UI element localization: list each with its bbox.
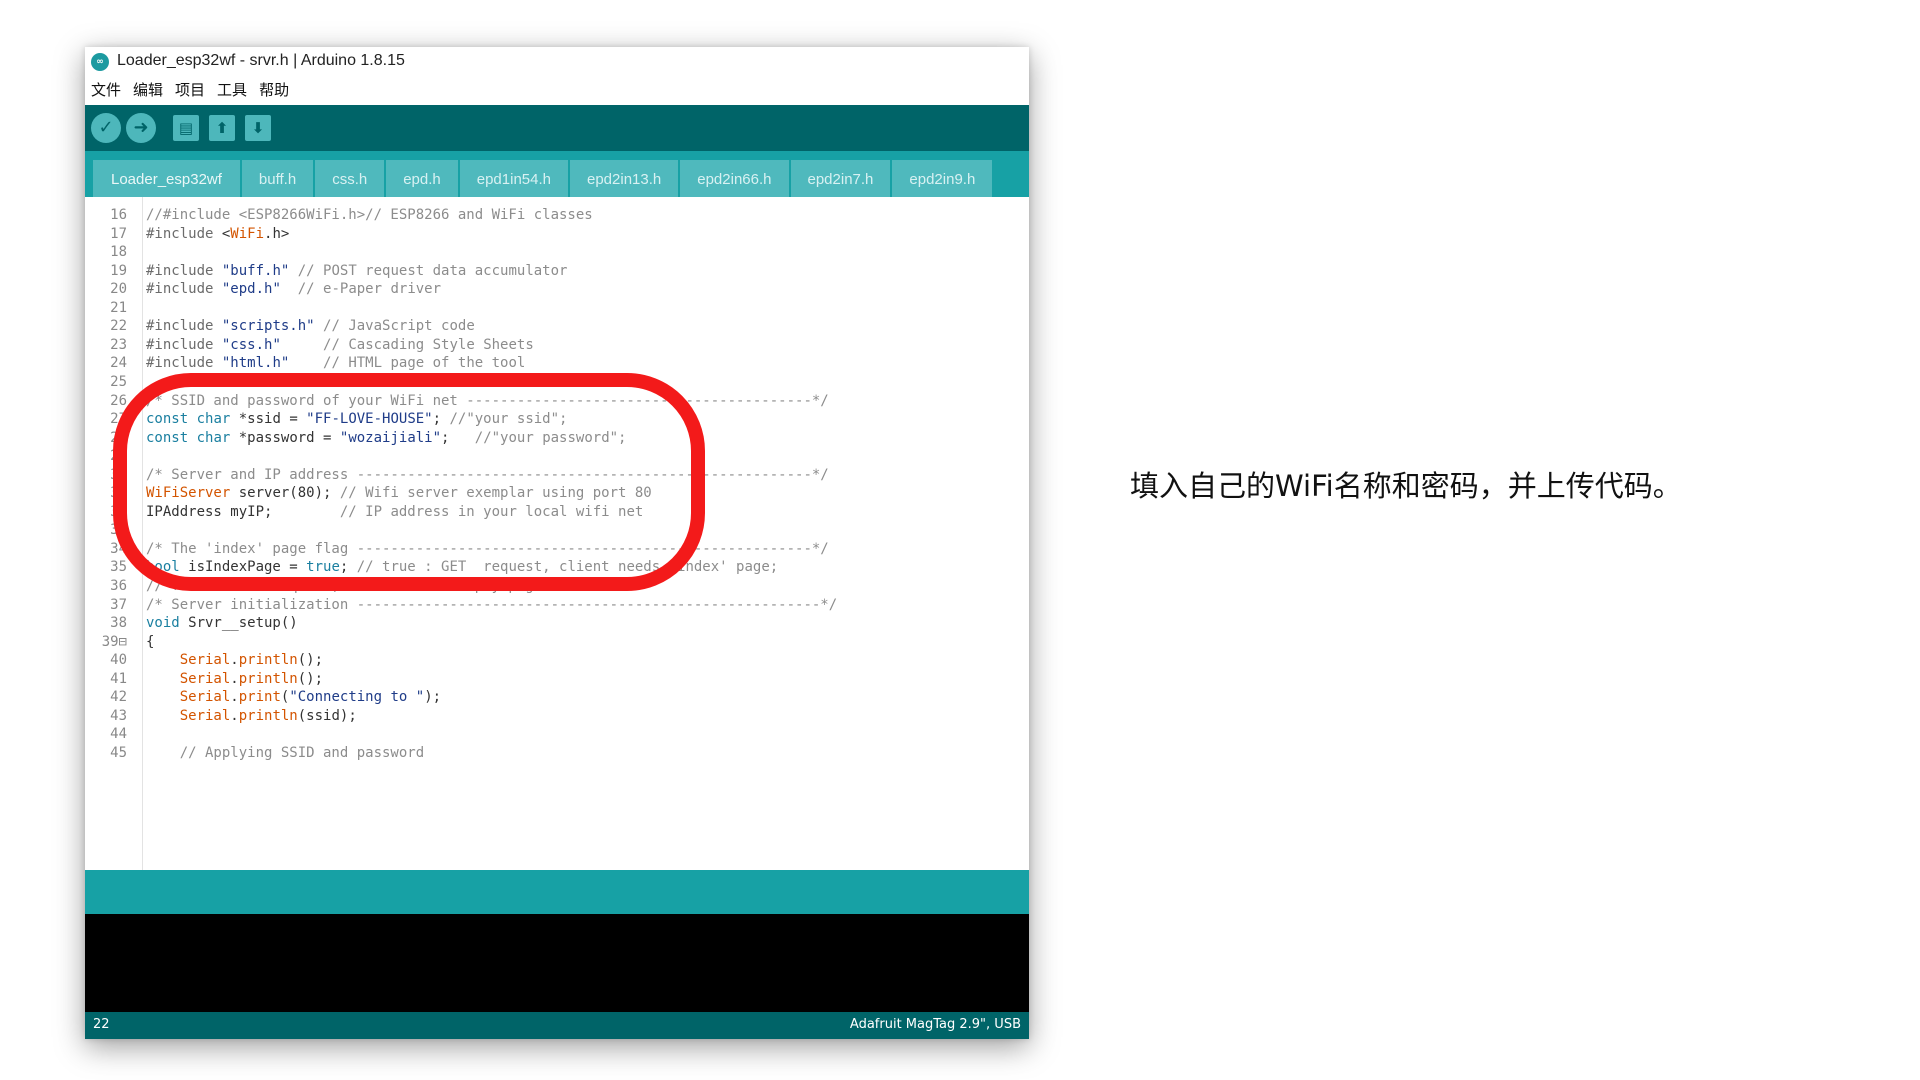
new-file-icon: ▤ — [178, 119, 194, 137]
code-text: // Applying SSID and password — [179, 744, 425, 761]
title-bar: ∞ Loader_esp32wf - srvr.h | Arduino 1.8.… — [85, 47, 1029, 77]
tab-epd1in54-h[interactable]: epd1in54.h — [459, 160, 568, 197]
output-console[interactable] — [85, 914, 1029, 1012]
tab-epd2in9-h[interactable]: epd2in9.h — [892, 160, 993, 197]
arrow-up-icon: ⬆ — [215, 119, 229, 137]
verify-button[interactable]: ✓ — [91, 113, 121, 143]
menu-sketch[interactable]: 项目 — [175, 77, 205, 103]
board-info: Adafruit MagTag 2.9", USB — [849, 1017, 1021, 1032]
red-highlight-circle — [113, 373, 705, 591]
menu-bar: 文件 编辑 项目 工具 帮助 — [85, 77, 1029, 103]
file-tabs: Loader_esp32wf buff.h css.h epd.h epd1in… — [93, 160, 994, 197]
tab-epd2in13-h[interactable]: epd2in13.h — [570, 160, 679, 197]
menu-file[interactable]: 文件 — [91, 77, 121, 103]
tab-buff-h[interactable]: buff.h — [241, 160, 314, 197]
check-icon: ✓ — [98, 117, 114, 138]
save-sketch-button[interactable]: ⬇ — [245, 115, 271, 141]
toolbar: ✓ ➜ ▤ ⬆ ⬇ — [85, 105, 1029, 151]
line-number: 45 — [110, 744, 127, 761]
tab-epd2in7-h[interactable]: epd2in7.h — [790, 160, 891, 197]
status-bar — [85, 870, 1029, 914]
tab-epd2in66-h[interactable]: epd2in66.h — [680, 160, 789, 197]
upload-button[interactable]: ➜ — [126, 113, 156, 143]
arrow-right-icon: ➜ — [133, 117, 149, 138]
bottom-bar: 22 Adafruit MagTag 2.9", USB — [85, 1012, 1029, 1039]
instruction-text: 填入自己的WiFi名称和密码，并上传代码。 — [1130, 469, 1682, 503]
new-sketch-button[interactable]: ▤ — [173, 115, 199, 141]
menu-tools[interactable]: 工具 — [217, 77, 247, 103]
tab-loader-esp32wf[interactable]: Loader_esp32wf — [93, 160, 240, 197]
menu-help[interactable]: 帮助 — [259, 77, 289, 103]
tab-strip: Loader_esp32wf buff.h css.h epd.h epd1in… — [85, 151, 1029, 197]
code-line[interactable]: 45 // Applying SSID and password — [85, 742, 1029, 765]
tab-css-h[interactable]: css.h — [315, 160, 385, 197]
open-sketch-button[interactable]: ⬆ — [209, 115, 235, 141]
menu-edit[interactable]: 编辑 — [133, 77, 163, 103]
tab-epd-h[interactable]: epd.h — [386, 160, 458, 197]
current-line-number: 22 — [93, 1017, 110, 1032]
window-title: Loader_esp32wf - srvr.h | Arduino 1.8.15 — [117, 52, 405, 69]
arrow-down-icon: ⬇ — [251, 119, 265, 137]
arduino-logo-icon: ∞ — [91, 53, 109, 71]
